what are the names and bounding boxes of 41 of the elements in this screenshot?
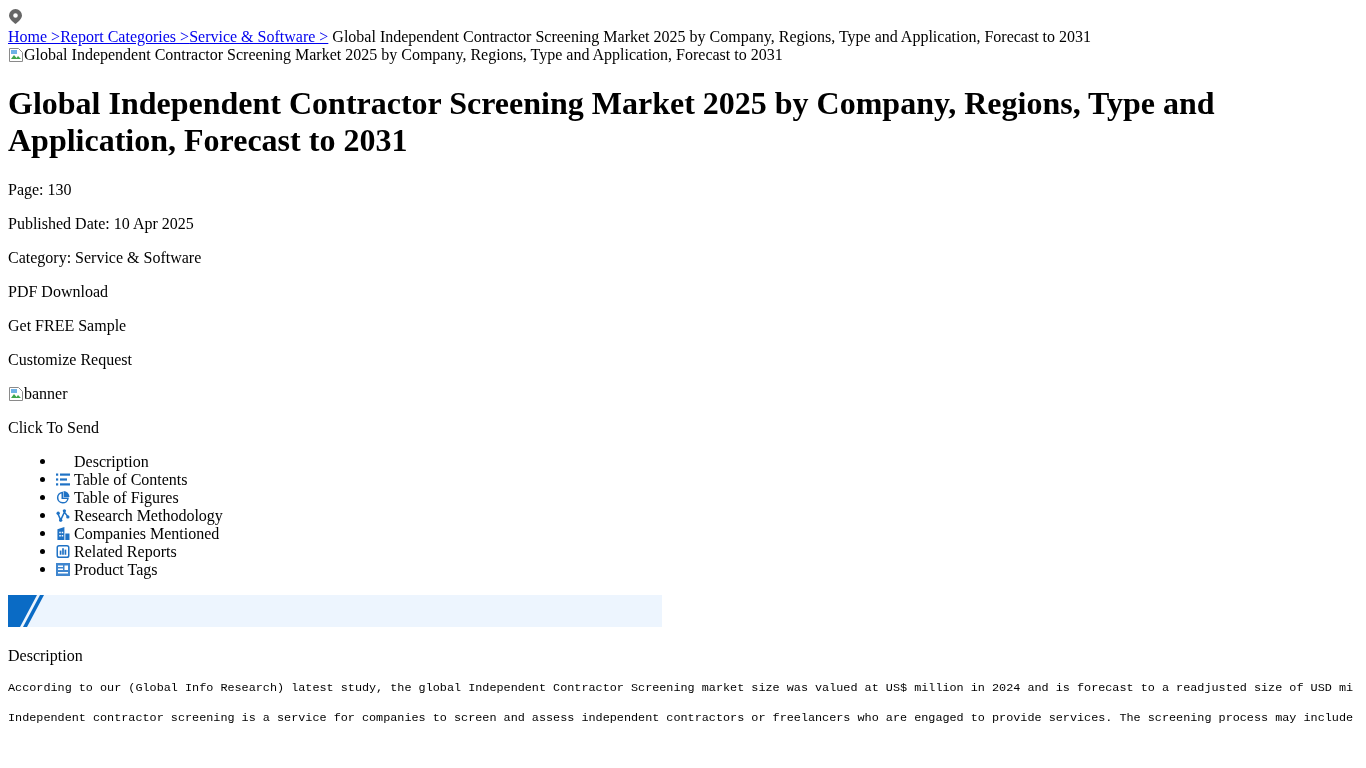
pie-chart-icon: [56, 491, 70, 505]
bullet-icon: [40, 459, 45, 465]
section-tab[interactable]: Companies Mentioned: [56, 524, 220, 543]
bar-chart-icon: [56, 545, 70, 559]
published-date-text: Published Date: 10 Apr 2025: [8, 214, 194, 233]
bullet-icon: [40, 495, 45, 501]
breadcrumb-current: Global Independent Contractor Screening Market 2025 by Company, Regions, Type and Application, Forecast to 2031: [332, 28, 1092, 45]
bullet-list-icon: [56, 473, 70, 487]
section-tab[interactable]: Related Reports: [56, 542, 177, 561]
image-alt-text: Global Independent Contractor Screening Market 2025 by Company, Regions, Type and Application, Forecast to 2031: [24, 46, 783, 64]
broken-image-icon: [8, 385, 24, 402]
bullet-icon: [40, 549, 45, 555]
send-link[interactable]: Click To Send: [8, 418, 100, 437]
broken-image-icon: [8, 47, 24, 63]
section-tab[interactable]: Table of Contents: [56, 470, 188, 489]
report-title: Global Independent Contractor Screening Market 2025 by Company, Regions, Type and Application, Forecast to 2031: [8, 85, 1216, 160]
section-tab[interactable]: Table of Figures: [56, 488, 179, 507]
section-tab[interactable]: Product Tags: [56, 560, 158, 579]
description-paragraph: According to our (Global Info Research) latest study, the global Independent Contractor Screening market size was valued at US$ million in 2024 and is forecast to a readjusted size of USD mi: [8, 680, 1354, 695]
pdf-download-link[interactable]: PDF Download: [8, 282, 108, 301]
building-icon: [56, 527, 70, 541]
breadcrumb-link[interactable]: Service & Software >: [189, 28, 329, 45]
location-pin-icon: [9, 9, 22, 24]
section-tab[interactable]: Research Methodology: [56, 506, 223, 525]
bullet-icon: [40, 477, 45, 483]
customize-request-link[interactable]: Customize Request: [8, 350, 132, 369]
bullet-icon: [40, 513, 45, 519]
bullet-icon: [40, 567, 45, 573]
section-tab[interactable]: Description: [56, 452, 149, 471]
section-heading: Description: [8, 646, 83, 665]
page-count-text: Page: 130: [8, 180, 72, 199]
text-panel-icon: [56, 563, 70, 577]
description-paragraph: Independent contractor screening is a service for companies to screen and assess independent contractors or freelancers who are engaged to provide services. The screening process may include: [8, 710, 1354, 725]
breadcrumb-link[interactable]: Home >: [8, 28, 61, 45]
category-text: Category: Service & Software: [8, 248, 202, 267]
bullet-icon: [40, 531, 45, 537]
image-alt-text: banner: [24, 384, 68, 403]
free-sample-link[interactable]: Get FREE Sample: [8, 316, 127, 335]
line-graph-icon: [56, 509, 70, 523]
breadcrumb-link[interactable]: Report Categories >: [60, 28, 190, 45]
diagonal-stripe-icon: [8, 594, 44, 627]
